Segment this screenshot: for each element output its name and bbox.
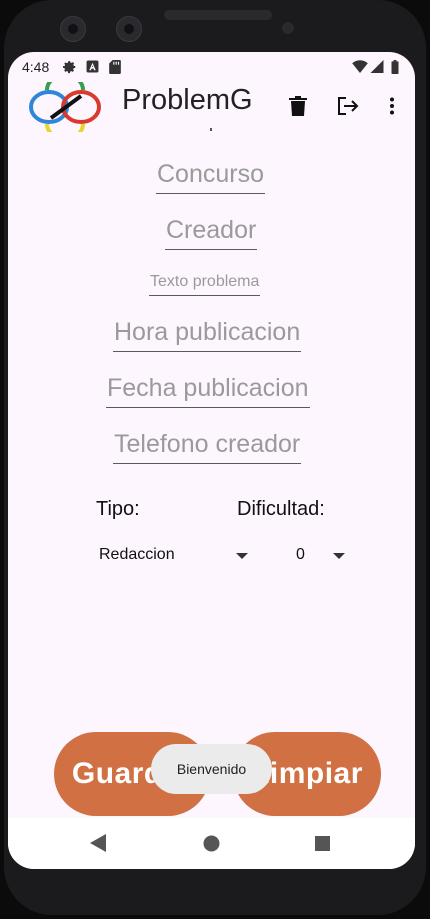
- concurso-field[interactable]: Concurso: [156, 160, 265, 194]
- toast-message: Bienvenido: [151, 744, 272, 794]
- sd-card-icon: [109, 60, 121, 79]
- app-title: ProblemG: [122, 84, 253, 116]
- overflow-menu-button[interactable]: [378, 92, 406, 120]
- tipo-selected-value: Redaccion: [99, 546, 175, 563]
- trash-icon: [289, 96, 307, 116]
- signal-icon: [370, 60, 384, 78]
- system-nav-bar: [8, 818, 415, 869]
- scroll-marker: [210, 128, 212, 131]
- front-camera-2: [116, 16, 142, 42]
- dificultad-dropdown[interactable]: 0: [296, 542, 352, 572]
- app-bar: ProblemG: [8, 82, 415, 132]
- more-vert-icon: [390, 97, 394, 115]
- tipo-dropdown[interactable]: Redaccion: [99, 542, 249, 572]
- device-frame: 4:48 ProblemG Concurso Creador Texto pro…: [0, 0, 430, 919]
- delete-button[interactable]: [284, 92, 312, 120]
- chevron-down-icon: [333, 553, 345, 559]
- fecha-publicacion-field[interactable]: Fecha publicacion: [106, 374, 310, 408]
- logout-button[interactable]: [334, 92, 362, 120]
- recents-icon: [315, 836, 330, 851]
- telefono-creador-field[interactable]: Telefono creador: [113, 430, 302, 464]
- hora-publicacion-field[interactable]: Hora publicacion: [113, 318, 302, 352]
- back-button[interactable]: [90, 834, 106, 857]
- status-time: 4:48: [22, 59, 50, 75]
- proximity-sensor: [282, 22, 294, 34]
- tipo-label: Tipo:: [96, 498, 140, 520]
- battery-icon: [391, 60, 399, 79]
- status-bar: 4:48: [8, 52, 415, 82]
- app-logo: [29, 82, 101, 132]
- recents-button[interactable]: [315, 836, 330, 856]
- dificultad-selected-value: 0: [296, 546, 305, 563]
- earpiece-speaker: [164, 10, 272, 20]
- home-icon: [203, 835, 220, 852]
- texto-problema-field[interactable]: Texto problema: [149, 273, 261, 296]
- dificultad-label: Dificultad:: [237, 498, 325, 520]
- home-button[interactable]: [203, 835, 220, 857]
- back-icon: [90, 834, 106, 852]
- app-screen: 4:48 ProblemG Concurso Creador Texto pro…: [8, 52, 415, 869]
- a-icon: [86, 60, 99, 78]
- logout-icon: [338, 97, 359, 115]
- creador-field[interactable]: Creador: [165, 216, 258, 250]
- front-camera: [60, 16, 86, 42]
- wifi-icon: [352, 60, 368, 78]
- chevron-down-icon: [236, 553, 248, 559]
- settings-icon: [63, 60, 77, 79]
